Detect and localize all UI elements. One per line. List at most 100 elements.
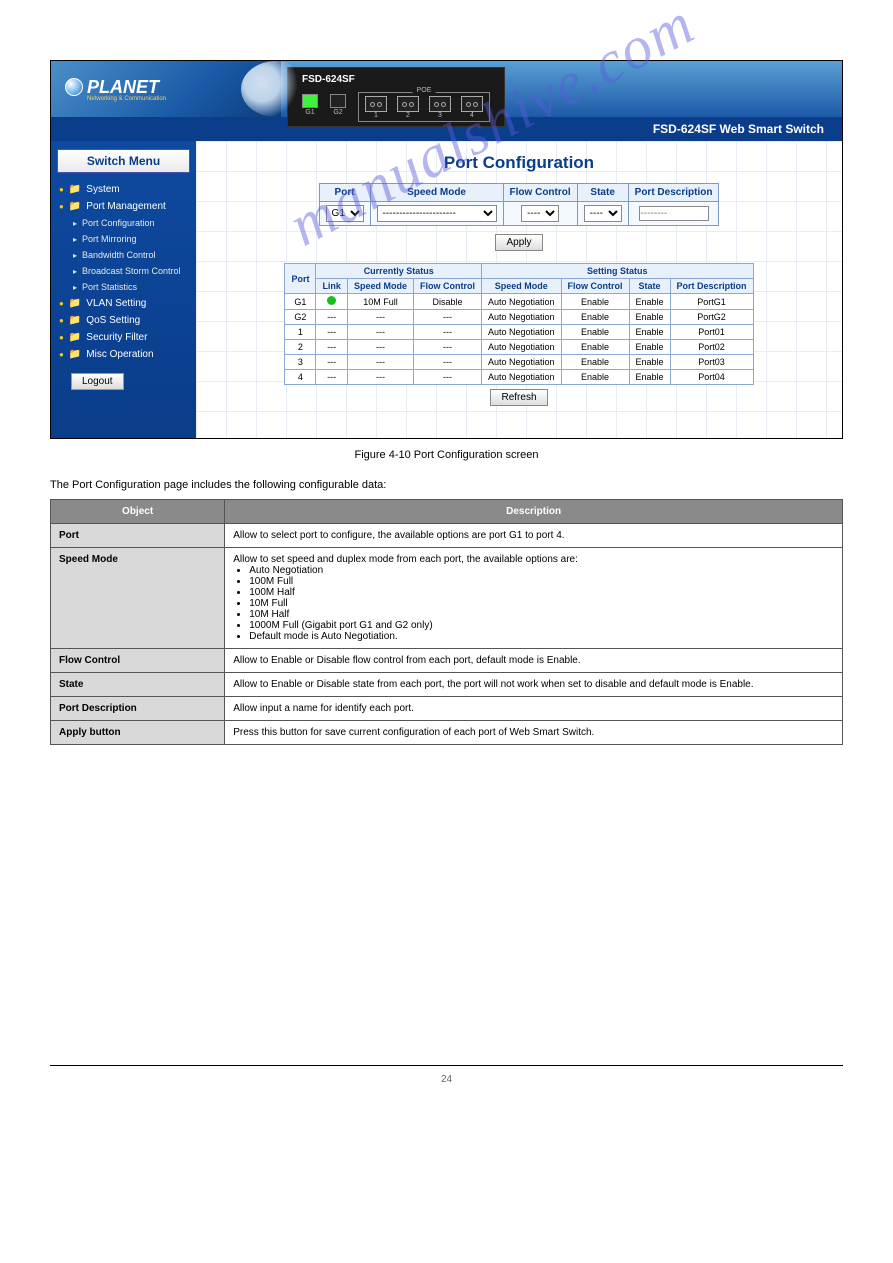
cell-cflow: --- xyxy=(413,340,481,355)
apply-button[interactable]: Apply xyxy=(495,234,542,251)
flow-select[interactable]: ---- xyxy=(521,205,559,222)
cell-link: --- xyxy=(316,325,348,340)
sidebar-item-label: Port Configuration xyxy=(82,218,155,228)
cell-sspeed: Auto Negotiation xyxy=(481,340,561,355)
desc-input[interactable] xyxy=(639,206,709,221)
desc-text: Allow to Enable or Disable flow control … xyxy=(225,649,843,673)
st-hdr-cspeed: Speed Mode xyxy=(347,279,413,294)
cell-link: --- xyxy=(316,370,348,385)
globe-icon xyxy=(65,78,83,96)
config-table: Port Speed Mode Flow Control State Port … xyxy=(319,183,720,226)
cfg-hdr-flow: Flow Control xyxy=(503,184,577,202)
cell-pdesc: Port01 xyxy=(670,325,753,340)
folder-icon: 📁 xyxy=(69,298,81,309)
desc-text: Allow to Enable or Disable state from ea… xyxy=(225,673,843,697)
sidebar-item-label: Security Filter xyxy=(86,332,147,343)
status-table: Port Currently Status Setting Status Lin… xyxy=(284,263,753,385)
table-row: Flow ControlAllow to Enable or Disable f… xyxy=(51,649,843,673)
st-hdr-pdesc: Port Description xyxy=(670,279,753,294)
sidebar-item-system[interactable]: ●📁System xyxy=(57,181,190,198)
page-title: Port Configuration xyxy=(204,153,834,173)
cell-cspeed: --- xyxy=(347,310,413,325)
cell-link xyxy=(316,294,348,310)
desc-obj: State xyxy=(51,673,225,697)
speed-select[interactable]: ---------------------- xyxy=(377,205,497,222)
state-select[interactable]: ---- xyxy=(584,205,622,222)
cell-pdesc: PortG1 xyxy=(670,294,753,310)
poe-frame: 1 2 3 4 xyxy=(358,92,490,122)
cell-pdesc: Port03 xyxy=(670,355,753,370)
port-icon xyxy=(461,96,483,112)
sidebar-item-port-configuration[interactable]: ▸ Port Configuration xyxy=(57,215,190,231)
bullet-icon: ● xyxy=(59,202,64,211)
sidebar-item-port-mirroring[interactable]: ▸Port Mirroring xyxy=(57,231,190,247)
cell-state: Enable xyxy=(629,310,670,325)
sidebar-item-port-management[interactable]: ●📁Port Management xyxy=(57,198,190,215)
desc-obj: Port Description xyxy=(51,697,225,721)
sidebar-item-security-filter[interactable]: ● 📁 Security Filter xyxy=(57,329,190,346)
bullet-icon: ● xyxy=(59,350,64,359)
logout-button[interactable]: Logout xyxy=(71,373,124,390)
st-hdr-sspeed: Speed Mode xyxy=(481,279,561,294)
sidebar-item-port-statistics[interactable]: ▸Port Statistics xyxy=(57,279,190,295)
sidebar-item-label: Misc Operation xyxy=(86,349,153,360)
bullet-icon: ● xyxy=(59,316,64,325)
st-hdr-cflow: Flow Control xyxy=(413,279,481,294)
desc-hdr-desc: Description xyxy=(225,500,843,524)
cell-cflow: --- xyxy=(413,310,481,325)
st-group-current: Currently Status xyxy=(316,264,482,279)
sidebar-item-bandwidth-control[interactable]: ▸Bandwidth Control xyxy=(57,247,190,263)
list-item: 10M Full xyxy=(249,598,834,609)
folder-icon: 📁 xyxy=(69,315,81,326)
cell-cspeed: --- xyxy=(347,370,413,385)
sidebar-item-label: QoS Setting xyxy=(86,315,140,326)
cell-link: --- xyxy=(316,355,348,370)
folder-icon: 📁 xyxy=(69,349,81,360)
sidebar-item-broadcast-storm-control[interactable]: ▸Broadcast Storm Control xyxy=(57,263,190,279)
list-item: Default mode is Auto Negotiation. xyxy=(249,631,834,642)
list-item: Auto Negotiation xyxy=(249,565,834,576)
table-row: 1---------Auto NegotiationEnableEnablePo… xyxy=(285,325,753,340)
menu-header: Switch Menu xyxy=(57,149,190,173)
st-hdr-port: Port xyxy=(285,264,316,294)
cfg-hdr-state: State xyxy=(577,184,628,202)
cell-state: Enable xyxy=(629,370,670,385)
table-row: 4---------Auto NegotiationEnableEnablePo… xyxy=(285,370,753,385)
intro-text: The Port Configuration page includes the… xyxy=(50,479,843,491)
refresh-button[interactable]: Refresh xyxy=(490,389,547,406)
sidebar-item-misc-operation[interactable]: ● 📁 Misc Operation xyxy=(57,346,190,363)
cell-cspeed: --- xyxy=(347,325,413,340)
chevron-right-icon: ▸ xyxy=(73,283,77,292)
sidebar-item-vlan-setting[interactable]: ●📁VLAN Setting xyxy=(57,295,190,312)
port-icon xyxy=(429,96,451,112)
sidebar-item-label: Bandwidth Control xyxy=(82,250,156,260)
cell-pdesc: Port02 xyxy=(670,340,753,355)
table-row: 3---------Auto NegotiationEnableEnablePo… xyxy=(285,355,753,370)
port-select[interactable]: G1 xyxy=(326,205,364,222)
content-area: Port Configuration Port Speed Mode Flow … xyxy=(196,141,842,438)
desc-text: Allow to set speed and duplex mode from … xyxy=(225,548,843,649)
chevron-right-icon: ▸ xyxy=(73,219,77,228)
desc-text: Allow input a name for identify each por… xyxy=(225,697,843,721)
folder-icon: 📁 xyxy=(69,332,81,343)
cell-cflow: Disable xyxy=(413,294,481,310)
cell-cflow: --- xyxy=(413,370,481,385)
folder-icon: 📁 xyxy=(69,184,81,195)
cell-port: 3 xyxy=(285,355,316,370)
sidebar-item-label: System xyxy=(86,184,119,195)
logo-text: PLANET xyxy=(87,77,159,98)
table-row: Port DescriptionAllow input a name for i… xyxy=(51,697,843,721)
cell-port: G2 xyxy=(285,310,316,325)
cell-sflow: Enable xyxy=(561,340,629,355)
cell-sspeed: Auto Negotiation xyxy=(481,294,561,310)
cell-pdesc: PortG2 xyxy=(670,310,753,325)
planet-logo: PLANET xyxy=(65,77,166,98)
st-hdr-state: State xyxy=(629,279,670,294)
bullet-icon: ● xyxy=(59,333,64,342)
sidebar-item-qos-setting[interactable]: ● 📁 QoS Setting xyxy=(57,312,190,329)
device-model: FSD-624SF xyxy=(302,74,490,85)
cell-sspeed: Auto Negotiation xyxy=(481,310,561,325)
top-banner: PLANET Networking & Communication FSD-62… xyxy=(51,61,842,117)
desc-text: Press this button for save current confi… xyxy=(225,721,843,745)
chevron-right-icon: ▸ xyxy=(73,267,77,276)
